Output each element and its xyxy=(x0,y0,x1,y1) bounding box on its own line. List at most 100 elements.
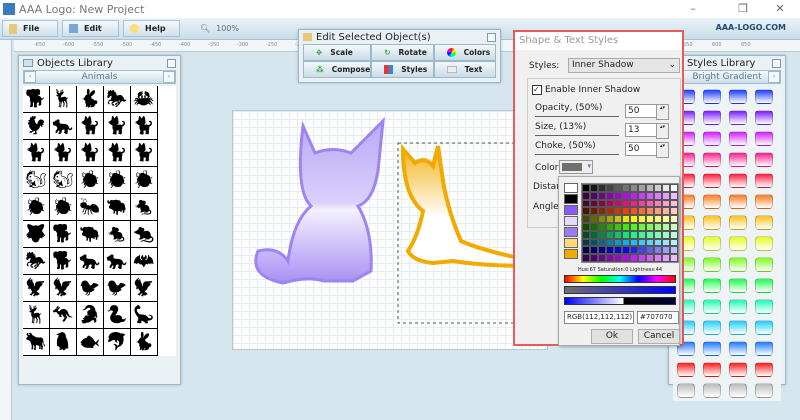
style-category-selector[interactable]: Bright Gradient › xyxy=(673,70,781,84)
color-cell[interactable] xyxy=(590,207,598,216)
color-cell[interactable] xyxy=(638,246,646,255)
library-object[interactable]: 🐿 xyxy=(23,167,50,194)
style-swatch[interactable] xyxy=(755,299,773,314)
library-object[interactable]: 🦅 xyxy=(50,275,77,302)
color-cell[interactable] xyxy=(598,191,606,200)
style-swatch[interactable] xyxy=(755,194,773,209)
color-cell[interactable] xyxy=(582,184,590,192)
swatch[interactable] xyxy=(564,227,578,237)
minimize-panel-button[interactable] xyxy=(772,59,781,68)
style-swatch[interactable] xyxy=(703,278,721,293)
color-cell[interactable] xyxy=(590,191,598,200)
library-object[interactable]: 🐎 xyxy=(23,248,50,275)
cancel-button[interactable]: Cancel xyxy=(638,329,680,344)
library-object[interactable]: 🐞 xyxy=(23,194,50,221)
library-object[interactable]: 🐈 xyxy=(77,140,104,167)
style-swatch[interactable] xyxy=(755,278,773,293)
color-cell[interactable] xyxy=(614,230,622,239)
color-cell[interactable] xyxy=(662,215,670,223)
library-object[interactable]: 🦌 xyxy=(50,86,77,113)
color-cell[interactable] xyxy=(598,199,606,208)
library-object[interactable]: 🦕 xyxy=(131,302,158,329)
color-cell[interactable] xyxy=(646,215,654,223)
color-cell[interactable] xyxy=(622,199,630,208)
color-cell[interactable] xyxy=(590,230,598,239)
style-swatch[interactable] xyxy=(703,194,721,209)
library-object[interactable]: 🦅 xyxy=(131,275,158,302)
library-object[interactable]: 🐞 xyxy=(104,167,131,194)
library-object[interactable]: 🐕 xyxy=(23,86,50,113)
color-cell[interactable] xyxy=(614,207,622,216)
style-swatch[interactable] xyxy=(729,299,747,314)
next-category-button[interactable]: › xyxy=(768,71,780,83)
library-object[interactable]: 🐆 xyxy=(77,248,104,275)
choke-input[interactable]: 50 xyxy=(625,142,669,158)
color-cell[interactable] xyxy=(662,254,670,262)
color-cell[interactable] xyxy=(662,191,670,200)
style-swatch[interactable] xyxy=(729,89,747,104)
color-cell[interactable] xyxy=(630,207,638,216)
style-swatch[interactable] xyxy=(729,383,747,398)
color-cell[interactable] xyxy=(662,199,670,208)
color-cell[interactable] xyxy=(614,184,622,192)
color-cell[interactable] xyxy=(590,238,598,247)
enable-inner-shadow-checkbox[interactable]: ✓ Enable Inner Shadow xyxy=(532,85,640,95)
style-swatch[interactable] xyxy=(755,341,773,356)
style-swatch[interactable] xyxy=(703,110,721,125)
color-cell[interactable] xyxy=(622,184,630,192)
color-cell[interactable] xyxy=(630,199,638,208)
color-cell[interactable] xyxy=(622,238,630,247)
color-cell[interactable] xyxy=(606,238,614,247)
file-menu-button[interactable]: File xyxy=(2,20,58,37)
color-cell[interactable] xyxy=(662,238,670,247)
help-menu-button[interactable]: Help xyxy=(123,20,180,37)
color-cell[interactable] xyxy=(622,254,630,262)
library-object[interactable]: 🐇 xyxy=(77,86,104,113)
library-object[interactable]: 🐊 xyxy=(77,302,104,329)
style-swatch[interactable] xyxy=(729,194,747,209)
color-cell[interactable] xyxy=(630,230,638,239)
text-button[interactable]: Text xyxy=(433,61,496,78)
color-cell[interactable] xyxy=(670,230,678,239)
style-swatch[interactable] xyxy=(755,362,773,377)
color-cell[interactable] xyxy=(654,207,662,216)
color-cell[interactable] xyxy=(638,184,646,192)
style-swatch[interactable] xyxy=(755,131,773,146)
color-cell[interactable] xyxy=(582,199,590,208)
color-cell[interactable] xyxy=(606,230,614,239)
color-cell[interactable] xyxy=(606,191,614,200)
color-cell[interactable] xyxy=(654,238,662,247)
next-category-button[interactable]: › xyxy=(163,71,175,83)
color-cell[interactable] xyxy=(582,223,590,231)
style-swatch[interactable] xyxy=(703,257,721,272)
style-swatch[interactable] xyxy=(755,236,773,251)
library-object[interactable]: 🐃 xyxy=(104,194,131,221)
saturation-slider[interactable] xyxy=(564,286,676,294)
color-cell[interactable] xyxy=(622,191,630,200)
library-object[interactable]: 🐓 xyxy=(23,113,50,140)
library-object[interactable]: 🐆 xyxy=(50,113,77,140)
library-object[interactable]: 🐞 xyxy=(50,194,77,221)
design-canvas[interactable] xyxy=(232,110,548,350)
restore-button[interactable]: ❐ xyxy=(733,2,753,15)
style-swatch[interactable] xyxy=(755,215,773,230)
brand-link[interactable]: AAA-LOGO.COM xyxy=(716,23,786,32)
color-cell[interactable] xyxy=(638,215,646,223)
style-swatch[interactable] xyxy=(703,320,721,335)
library-object[interactable]: 🐜 xyxy=(77,194,104,221)
color-cell[interactable] xyxy=(614,191,622,200)
color-cell[interactable] xyxy=(622,207,630,216)
color-cell[interactable] xyxy=(670,238,678,247)
style-swatch[interactable] xyxy=(703,131,721,146)
library-object[interactable]: 🐟 xyxy=(77,329,104,356)
library-object[interactable]: 🐕 xyxy=(50,248,77,275)
opacity-slider[interactable] xyxy=(535,116,619,117)
color-cell[interactable] xyxy=(614,223,622,231)
color-cell[interactable] xyxy=(646,254,654,262)
color-cell[interactable] xyxy=(670,184,678,192)
swatch[interactable] xyxy=(564,194,578,204)
styles-dropdown[interactable]: Inner Shadow ⌄ xyxy=(568,58,680,73)
color-cell[interactable] xyxy=(646,184,654,192)
color-cell[interactable] xyxy=(598,246,606,255)
color-cell[interactable] xyxy=(614,199,622,208)
